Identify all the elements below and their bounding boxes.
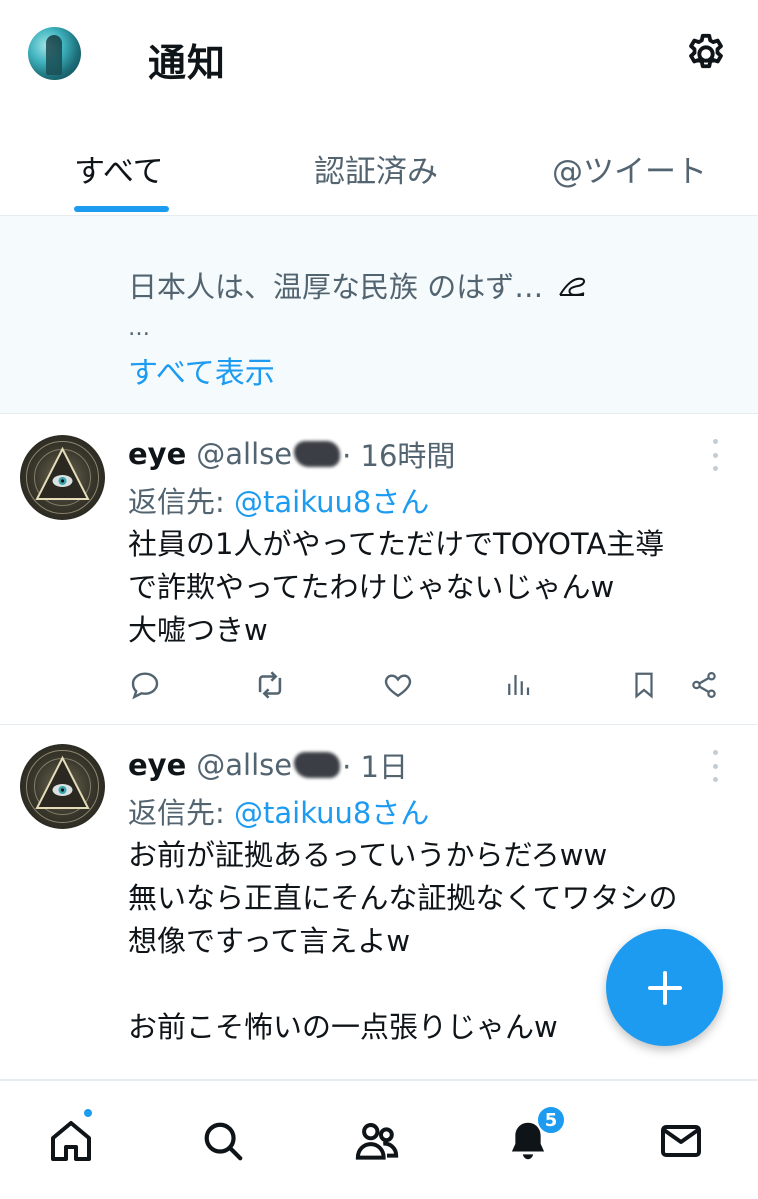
nav-home[interactable]	[46, 1116, 96, 1166]
more-options-icon[interactable]	[708, 439, 722, 471]
tweet-text: 社員の1人がやってただけでTOYOTA主導 で詐欺やってたわけじゃないじゃんw …	[128, 527, 665, 647]
reply-to-line: 返信先: @taikuu8さん	[128, 485, 430, 519]
tweet-time: · 1日	[342, 750, 408, 784]
nav-messages[interactable]	[656, 1116, 706, 1166]
bottom-navigation: 5	[0, 1080, 758, 1199]
page-title: 通知	[148, 41, 227, 85]
tab-all[interactable]: すべて	[74, 146, 164, 191]
retweet-button[interactable]	[252, 667, 288, 703]
gear-icon	[689, 33, 723, 69]
like-icon	[384, 674, 412, 698]
notification-badge: 5	[536, 1105, 566, 1135]
top-bar: 通知	[0, 0, 758, 112]
views-icon	[508, 675, 530, 695]
summary-text: 日本人は、温厚な民族 のはず…	[128, 264, 588, 306]
nav-search[interactable]	[198, 1116, 248, 1166]
nav-communities[interactable]	[352, 1116, 402, 1166]
reply-to-line: 返信先: @taikuu8さん	[128, 796, 430, 830]
share-icon	[692, 672, 716, 698]
author-avatar[interactable]	[20, 435, 105, 520]
share-button[interactable]	[686, 667, 722, 703]
plus-icon	[647, 970, 682, 1005]
eye-pyramid-icon	[26, 441, 99, 514]
tweet-actions	[0, 667, 758, 707]
settings-button[interactable]	[682, 30, 730, 78]
notification-summary[interactable]: 日本人は、温厚な民族 のはず… … すべて表示	[0, 216, 758, 414]
compose-button[interactable]	[606, 929, 723, 1046]
bookmark-button[interactable]	[626, 667, 662, 703]
more-options-icon[interactable]	[708, 750, 722, 782]
reply-mention[interactable]: @taikuu8さん	[234, 485, 429, 519]
author-handle[interactable]: @allse	[196, 748, 292, 782]
tab-verified[interactable]: 認証済み	[314, 146, 438, 191]
author-handle[interactable]: @allse	[196, 437, 292, 471]
messages-icon	[661, 1125, 701, 1157]
tweet-card[interactable]: eye @allse · 16時間 返信先: @taikuu8さん 社員の1人が…	[0, 415, 758, 725]
communities-icon	[355, 1122, 399, 1160]
notification-tabs: すべて 認証済み @ツイート	[0, 112, 758, 216]
tweet-time: · 16時間	[342, 439, 456, 473]
redacted-blur	[294, 752, 341, 778]
tab-mentions[interactable]: @ツイート	[552, 146, 707, 191]
bookmark-icon	[635, 672, 653, 699]
home-unread-dot	[82, 1107, 94, 1119]
reply-mention[interactable]: @taikuu8さん	[234, 796, 429, 830]
search-icon	[204, 1122, 243, 1161]
author-name[interactable]: eye	[128, 748, 186, 782]
tweet-header: eye @allse · 1日	[128, 744, 408, 786]
retweet-icon	[258, 671, 282, 699]
reply-button[interactable]	[127, 667, 163, 703]
reply-icon	[131, 672, 159, 700]
user-avatar[interactable]	[28, 27, 81, 80]
views-button[interactable]	[500, 667, 536, 703]
active-tab-indicator	[74, 206, 169, 212]
tweet-text: お前が証拠あるっていうからだろww 無いなら正直にそんな証拠なくてワタシの 想像…	[128, 838, 678, 1044]
eye-pyramid-icon	[26, 750, 99, 823]
author-name[interactable]: eye	[128, 437, 186, 471]
show-all-link[interactable]: すべて表示	[128, 348, 275, 392]
redacted-blur	[294, 441, 341, 467]
home-icon	[51, 1121, 91, 1161]
hand-emoji-icon	[559, 277, 586, 296]
author-avatar[interactable]	[20, 744, 105, 829]
tweet-header: eye @allse · 16時間	[128, 433, 455, 475]
summary-ellipsis: …	[128, 316, 152, 341]
like-button[interactable]	[380, 667, 416, 703]
